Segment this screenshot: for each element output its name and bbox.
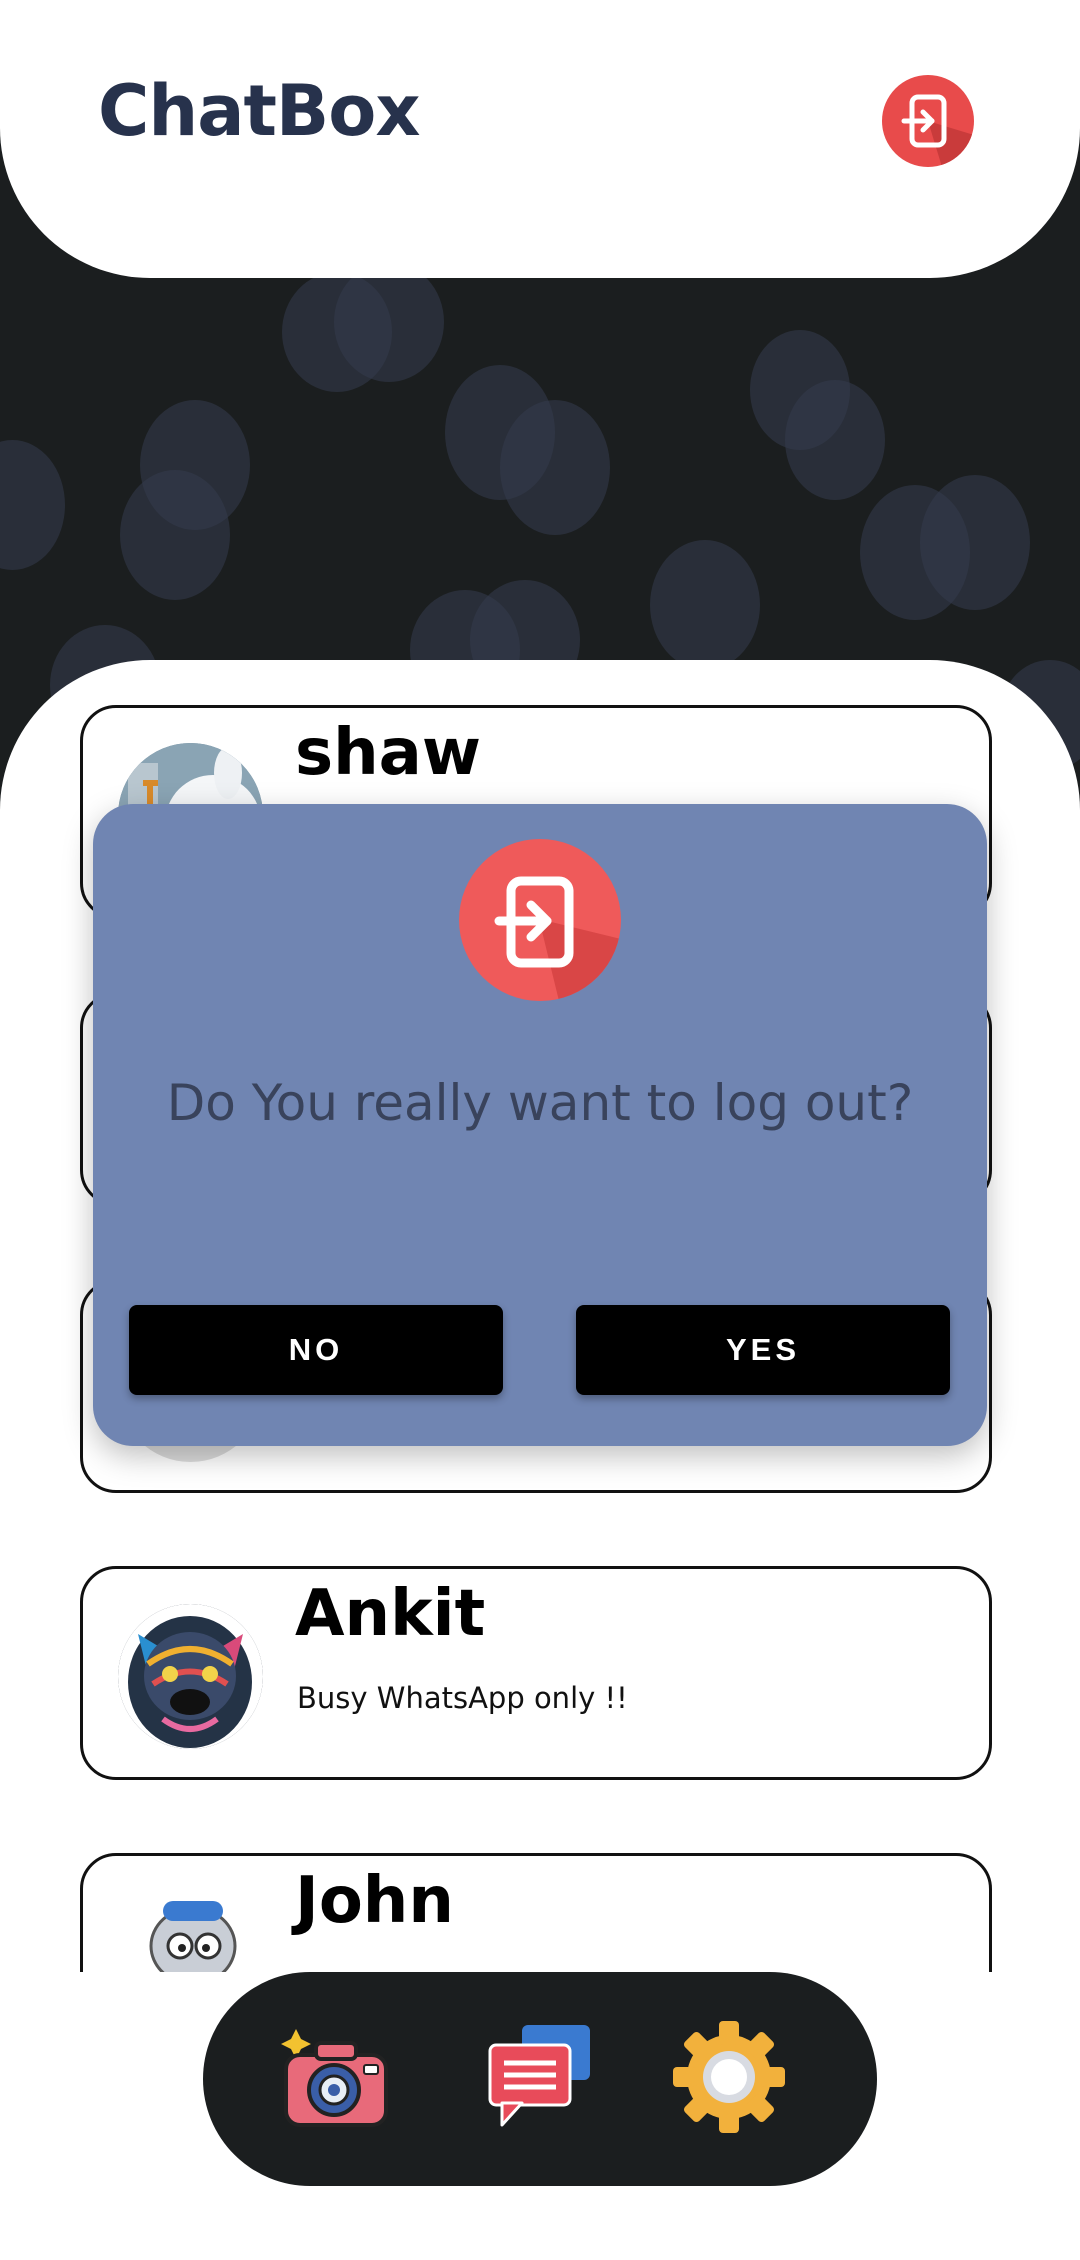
nav-chats[interactable] xyxy=(480,2017,600,2137)
chat-item-ankit[interactable]: Ankit Busy WhatsApp only !! xyxy=(80,1566,992,1780)
chat-name: John xyxy=(295,1864,454,1938)
logout-button[interactable] xyxy=(882,75,974,167)
settings-gear-icon xyxy=(673,2021,785,2133)
nav-camera[interactable] xyxy=(276,2017,396,2137)
dialog-logout-badge xyxy=(459,839,621,1001)
logout-dialog: Do You really want to log out? NO YES xyxy=(93,804,987,1446)
app-header: ChatBox xyxy=(0,0,1080,278)
logout-icon xyxy=(901,94,974,167)
avatar xyxy=(118,1604,263,1749)
chat-name: Ankit xyxy=(295,1577,486,1651)
chat-bubbles-icon xyxy=(488,2025,590,2127)
chat-name: shaw xyxy=(295,716,481,790)
app-title: ChatBox xyxy=(98,70,421,152)
chat-item-john[interactable]: John xyxy=(80,1853,992,1972)
avatar xyxy=(118,1891,263,1972)
chat-status: Busy WhatsApp only !! xyxy=(297,1681,628,1715)
logout-icon xyxy=(494,876,621,1001)
yes-button[interactable]: YES xyxy=(576,1305,950,1395)
nav-settings[interactable] xyxy=(669,2017,789,2137)
camera-icon xyxy=(281,2029,388,2127)
dialog-message: Do You really want to log out? xyxy=(166,1074,914,1132)
bottom-nav xyxy=(203,1972,877,2186)
no-button[interactable]: NO xyxy=(129,1305,503,1395)
